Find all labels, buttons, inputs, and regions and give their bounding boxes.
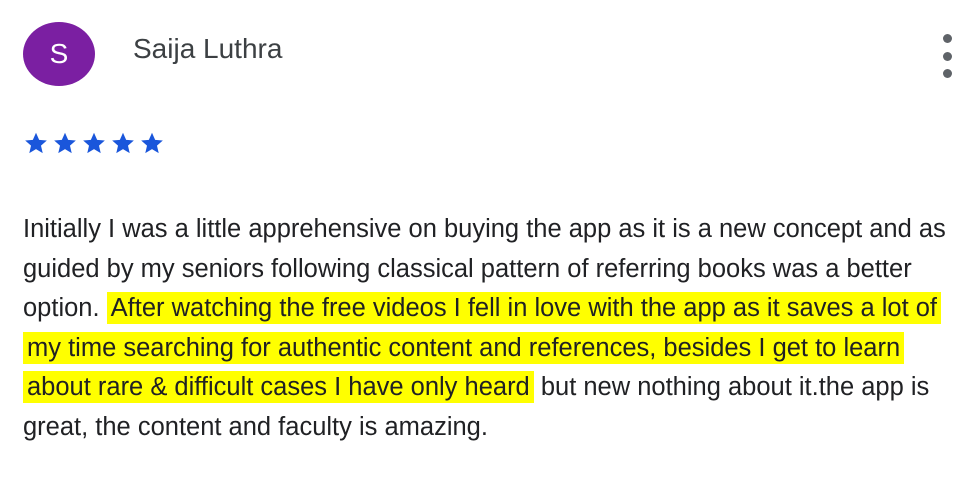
star-icon — [81, 130, 107, 156]
star-rating — [23, 130, 165, 156]
more-vert-icon — [942, 34, 952, 43]
more-options-button[interactable] — [930, 34, 964, 78]
star-icon — [139, 130, 165, 156]
avatar: S — [23, 22, 95, 86]
star-icon — [23, 130, 49, 156]
reviewer-name: Saija Luthra — [133, 33, 283, 64]
star-icon — [110, 130, 136, 156]
star-icon — [52, 130, 78, 156]
avatar-initial: S — [49, 38, 69, 69]
review-text: Initially I was a little apprehensive on… — [23, 210, 958, 447]
